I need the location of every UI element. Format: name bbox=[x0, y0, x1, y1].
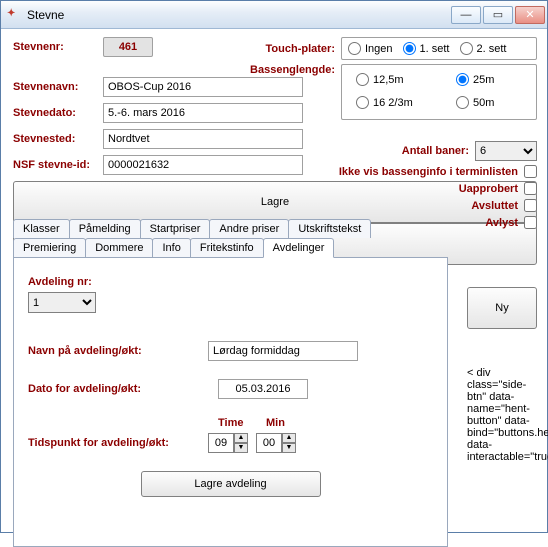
nsfid-input[interactable] bbox=[103, 155, 303, 175]
maximize-button[interactable]: ▭ bbox=[483, 6, 513, 24]
tab-premiering[interactable]: Premiering bbox=[13, 238, 86, 258]
time-input[interactable] bbox=[208, 433, 234, 453]
ny-button[interactable]: Ny bbox=[467, 287, 537, 329]
radio-50m[interactable]: 50m bbox=[456, 96, 526, 109]
bassenglengde-label: Bassenglengde: bbox=[236, 64, 341, 76]
stevnenr-value: 461 bbox=[103, 37, 153, 57]
app-icon: ✦ bbox=[7, 8, 21, 22]
tab-avdelinger[interactable]: Avdelinger bbox=[263, 238, 335, 258]
stevnested-label: Stevnested: bbox=[13, 133, 103, 145]
stevnedato-label: Stevnedato: bbox=[13, 107, 103, 119]
tab-panel-avdelinger: Avdeling nr: 1 Navn på avdeling/økt: Dat… bbox=[13, 257, 448, 547]
antallbaner-select[interactable]: 6 bbox=[475, 141, 537, 161]
min-input[interactable] bbox=[256, 433, 282, 453]
datoavd-input[interactable] bbox=[218, 379, 308, 399]
radio-25m[interactable]: 25m bbox=[456, 73, 526, 86]
avlyst-checkbox[interactable] bbox=[524, 216, 537, 229]
antallbaner-label: Antall baner: bbox=[402, 145, 469, 157]
ikkevis-checkbox[interactable] bbox=[524, 165, 537, 178]
min-up[interactable]: ▲ bbox=[282, 433, 296, 443]
navnavd-label: Navn på avdeling/økt: bbox=[28, 345, 208, 357]
min-spinner[interactable]: ▲▼ bbox=[256, 433, 296, 453]
radio-sett2[interactable]: 2. sett bbox=[460, 42, 507, 55]
avlyst-label: Avlyst bbox=[485, 217, 518, 229]
radio-125m[interactable]: 12,5m bbox=[356, 73, 426, 86]
stevnenr-label: Stevnenr: bbox=[13, 41, 103, 53]
touchplater-label: Touch-plater: bbox=[236, 43, 341, 55]
lagre-avdeling-button[interactable]: Lagre avdeling bbox=[141, 471, 321, 497]
avsluttet-checkbox[interactable] bbox=[524, 199, 537, 212]
tab-pamelding[interactable]: Påmelding bbox=[69, 219, 141, 238]
radio-1623m[interactable]: 16 2/3m bbox=[356, 96, 426, 109]
nsfid-label: NSF stevne-id: bbox=[13, 159, 103, 171]
tab-andrepriser[interactable]: Andre priser bbox=[209, 219, 289, 238]
touchplater-group: Ingen 1. sett 2. sett bbox=[341, 37, 537, 60]
tab-klasser[interactable]: Klasser bbox=[13, 219, 70, 238]
tidspunkt-label: Tidspunkt for avdeling/økt: bbox=[28, 437, 208, 449]
time-spinner[interactable]: ▲▼ bbox=[208, 433, 248, 453]
navnavd-input[interactable] bbox=[208, 341, 358, 361]
tab-info[interactable]: Info bbox=[152, 238, 190, 258]
avsluttet-label: Avsluttet bbox=[471, 200, 518, 212]
time-down[interactable]: ▼ bbox=[234, 443, 248, 453]
ikkevis-label: Ikke vis bassenginfo i terminlisten bbox=[339, 166, 518, 178]
stevnenavn-label: Stevnenavn: bbox=[13, 81, 103, 93]
minimize-button[interactable]: — bbox=[451, 6, 481, 24]
avdnr-select[interactable]: 1 bbox=[28, 292, 96, 313]
close-button[interactable]: ✕ bbox=[515, 6, 545, 24]
radio-sett1[interactable]: 1. sett bbox=[403, 42, 450, 55]
time-up[interactable]: ▲ bbox=[234, 433, 248, 443]
tab-utskriftstekst[interactable]: Utskriftstekst bbox=[288, 219, 371, 238]
stevnested-input[interactable] bbox=[103, 129, 303, 149]
window-title: Stevne bbox=[27, 8, 451, 22]
tab-dommere[interactable]: Dommere bbox=[85, 238, 153, 258]
bassenglengde-group: 12,5m 25m 16 2/3m 50m bbox=[341, 64, 537, 120]
tab-startpriser[interactable]: Startpriser bbox=[140, 219, 211, 238]
avdnr-label: Avdeling nr: bbox=[28, 276, 92, 288]
radio-ingen[interactable]: Ingen bbox=[348, 42, 393, 55]
uapprobert-checkbox[interactable] bbox=[524, 182, 537, 195]
min-down[interactable]: ▼ bbox=[282, 443, 296, 453]
uapprobert-label: Uapprobert bbox=[459, 183, 518, 195]
datoavd-label: Dato for avdeling/økt: bbox=[28, 383, 208, 395]
tab-fritekstinfo[interactable]: Fritekstinfo bbox=[190, 238, 264, 258]
min-label: Min bbox=[266, 417, 296, 429]
time-label: Time bbox=[218, 417, 248, 429]
